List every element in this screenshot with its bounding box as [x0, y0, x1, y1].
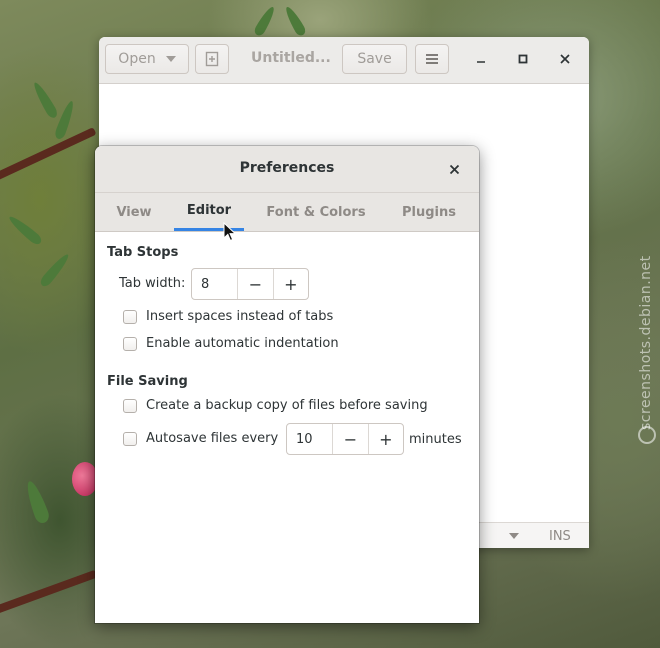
backup-copy-checkbox[interactable]	[123, 398, 137, 413]
close-icon	[560, 54, 570, 64]
hamburger-menu-icon	[426, 54, 438, 64]
preferences-dialog: Preferences View Editor Font & Colors Pl…	[95, 146, 479, 623]
leaf-decoration	[53, 99, 77, 141]
leaf-decoration	[30, 80, 60, 120]
leaf-decoration	[38, 251, 72, 289]
autosave-unit-label: minutes	[409, 432, 462, 447]
insert-spaces-label: Insert spaces instead of tabs	[146, 309, 334, 324]
tab-width-input[interactable]: 8	[192, 269, 237, 299]
dialog-title: Preferences	[239, 160, 335, 176]
watermark-logo-icon	[638, 426, 656, 444]
autosave-checkbox[interactable]	[123, 431, 137, 446]
chevron-down-icon	[165, 56, 176, 62]
backup-copy-option[interactable]: Create a backup copy of files before sav…	[123, 398, 428, 413]
maximize-icon	[518, 54, 528, 64]
minimize-button[interactable]	[471, 49, 491, 69]
tab-plugins[interactable]: Plugins	[393, 193, 465, 231]
document-title: Untitled...	[251, 50, 331, 66]
branch-decoration	[0, 127, 97, 181]
tab-width-decrement-button[interactable]: −	[237, 269, 272, 299]
open-button[interactable]: Open	[105, 44, 189, 74]
autosave-label: Autosave files every	[146, 431, 279, 446]
preferences-tabs: View Editor Font & Colors Plugins	[95, 193, 479, 232]
autosave-decrement-button[interactable]: −	[332, 424, 367, 454]
save-button[interactable]: Save	[342, 44, 407, 74]
autosave-interval-input[interactable]: 10	[287, 424, 332, 454]
backup-copy-label: Create a backup copy of files before sav…	[146, 398, 428, 413]
new-document-button[interactable]	[195, 44, 229, 74]
dialog-header: Preferences	[95, 146, 479, 193]
menu-button[interactable]	[415, 44, 449, 74]
watermark: screenshots.debian.net	[638, 210, 658, 450]
auto-indent-checkbox[interactable]	[123, 336, 137, 351]
tab-view[interactable]: View	[107, 193, 161, 231]
tab-stops-heading: Tab Stops	[107, 245, 179, 260]
tab-width-increment-button[interactable]: +	[272, 269, 308, 299]
close-window-button[interactable]	[555, 49, 575, 69]
branch-decoration	[0, 569, 98, 619]
tab-width-label: Tab width:	[119, 276, 186, 291]
maximize-button[interactable]	[513, 49, 533, 69]
leaf-decoration	[252, 4, 278, 38]
insert-spaces-option[interactable]: Insert spaces instead of tabs	[123, 309, 333, 324]
open-button-label: Open	[118, 51, 156, 67]
tab-font-colors[interactable]: Font & Colors	[259, 193, 373, 231]
leaf-decoration	[22, 478, 52, 526]
autosave-increment-button[interactable]: +	[367, 424, 403, 454]
autosave-option[interactable]: Autosave files every	[123, 431, 278, 446]
file-saving-heading: File Saving	[107, 374, 188, 389]
auto-indent-option[interactable]: Enable automatic indentation	[123, 336, 339, 351]
insert-mode-indicator[interactable]: INS	[549, 529, 571, 544]
tab-width-spinner: 8 − +	[191, 268, 309, 300]
leaf-decoration	[6, 213, 44, 247]
language-dropdown-icon[interactable]	[509, 533, 519, 539]
editor-headerbar: Open Untitled... Save	[99, 37, 589, 84]
watermark-text: screenshots.debian.net	[638, 255, 654, 430]
new-document-icon	[205, 51, 219, 67]
leaf-decoration	[282, 4, 308, 38]
minimize-icon	[477, 61, 485, 63]
mouse-pointer-icon	[223, 222, 237, 242]
autosave-interval-spinner: 10 − +	[286, 423, 404, 455]
close-icon	[449, 164, 459, 174]
auto-indent-label: Enable automatic indentation	[146, 336, 339, 351]
dialog-close-button[interactable]	[445, 160, 463, 178]
insert-spaces-checkbox[interactable]	[123, 309, 137, 324]
